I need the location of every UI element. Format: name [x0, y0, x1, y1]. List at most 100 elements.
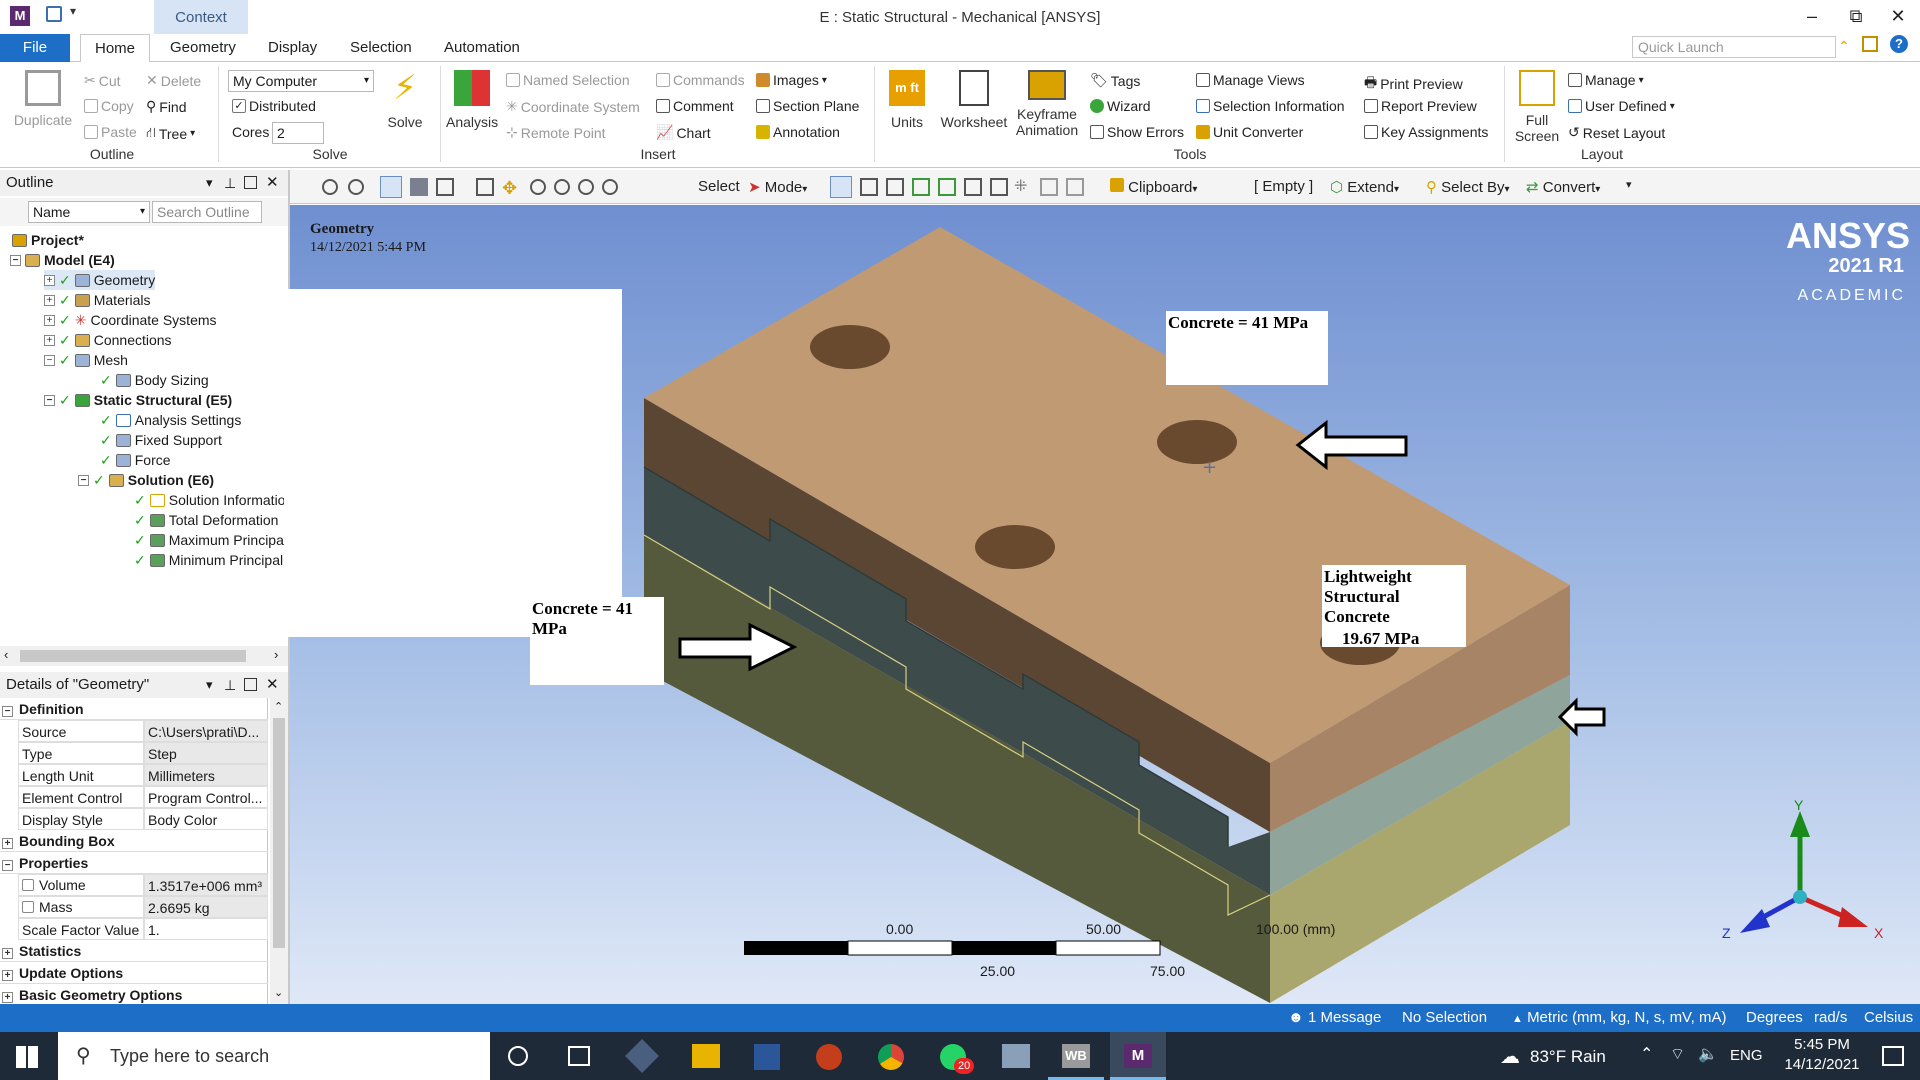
temperature-unit-status[interactable]: Celsius — [1864, 1009, 1913, 1026]
show-errors-button[interactable]: Show Errors — [1090, 124, 1184, 140]
unit-converter-button[interactable]: Unit Converter — [1196, 124, 1303, 140]
worksheet-button[interactable]: Worksheet — [936, 70, 1012, 130]
tags-button[interactable]: 🏷 Tags — [1090, 72, 1140, 89]
select-vertex-icon[interactable] — [860, 178, 878, 196]
restore-button[interactable]: ⧉ — [1836, 6, 1876, 30]
scrollbar-thumb[interactable] — [20, 650, 246, 662]
reset-layout-button[interactable]: ↺ Reset Layout — [1568, 124, 1665, 141]
select-element-icon[interactable] — [990, 178, 1008, 196]
graphics-viewport[interactable]: Geometry 14/12/2021 5:44 PM ANSYS 2021 R… — [284, 205, 1920, 1005]
select-edge-icon[interactable] — [886, 178, 904, 196]
distributed-checkbox[interactable]: ✓ Distributed — [232, 98, 316, 114]
print-preview-button[interactable]: 🖶 Print Preview — [1364, 72, 1463, 96]
user-defined-button[interactable]: User Defined ▾ — [1568, 98, 1675, 114]
quick-launch-input[interactable]: Quick Launch — [1632, 36, 1836, 58]
section-statistics[interactable]: + Statistics — [0, 940, 268, 962]
images-button[interactable]: Images ▾ — [756, 72, 827, 88]
wireframe-icon[interactable] — [436, 178, 454, 196]
collapse-icon[interactable]: − — [44, 394, 55, 406]
annotation-concrete-left[interactable]: Concrete = 41 MPa — [530, 597, 664, 685]
comment-button[interactable]: Comment — [656, 98, 734, 114]
collapse-icon[interactable]: − — [44, 354, 55, 366]
tree-geometry[interactable]: + ✓ Geometry — [44, 270, 156, 290]
extend-dropdown[interactable]: ⬡ Extend▾ — [1330, 178, 1399, 196]
help-icon[interactable]: ? — [1890, 35, 1908, 53]
detail-value-element-control[interactable]: Program Control... — [144, 786, 268, 808]
wifi-icon[interactable]: ⌔ — [1670, 1044, 1685, 1064]
snap-icon[interactable]: ⁜ — [1014, 176, 1027, 196]
panel-menu-icon[interactable]: ▾ — [206, 170, 213, 196]
cut-button[interactable]: ✂ Cut — [84, 72, 121, 89]
close-button[interactable]: ✕ — [1878, 6, 1918, 30]
feedback-icon[interactable] — [1862, 36, 1878, 52]
expand-icon[interactable]: + — [2, 970, 13, 981]
solve-location-select[interactable]: My Computer ▾ — [228, 70, 374, 92]
clipboard-dropdown[interactable]: Clipboard▾ — [1110, 178, 1197, 196]
tree-static-structural[interactable]: − ✓ Static Structural (E5) — [44, 390, 232, 410]
language-indicator[interactable]: ENG — [1730, 1047, 1763, 1064]
copy-button[interactable]: Copy — [84, 98, 134, 114]
key-assignments-button[interactable]: Key Assignments — [1364, 124, 1488, 140]
scroll-left-icon[interactable]: ‹ — [4, 647, 8, 662]
zoom-to-fit-icon[interactable] — [578, 179, 594, 195]
select-face-icon[interactable] — [912, 178, 930, 196]
volume-icon[interactable]: 🔈 — [1698, 1044, 1718, 1064]
outline-horizontal-scrollbar[interactable]: ‹ › — [0, 646, 288, 666]
tray-overflow-icon[interactable]: ⌃ — [1640, 1044, 1653, 1064]
tree-model[interactable]: − Model (E4) — [10, 250, 115, 270]
tab-home[interactable]: Home — [80, 34, 150, 63]
zoom-out-icon[interactable] — [348, 179, 364, 195]
photos-icon[interactable] — [1002, 1044, 1030, 1068]
tree-force[interactable]: ✓ Force — [100, 450, 171, 470]
tree-connections[interactable]: + ✓ Connections — [44, 330, 172, 350]
manage-button[interactable]: Manage ▾ — [1568, 72, 1644, 88]
tree-mesh[interactable]: − ✓ Mesh — [44, 350, 128, 370]
task-view-icon[interactable] — [568, 1046, 590, 1066]
windows-start-icon[interactable] — [16, 1046, 38, 1068]
tab-selection[interactable]: Selection — [338, 34, 424, 62]
toolbar-overflow-icon[interactable]: ▾ — [1626, 178, 1632, 191]
collapse-icon[interactable]: − — [2, 706, 13, 717]
expand-icon[interactable]: + — [2, 838, 13, 849]
powerpoint-icon[interactable] — [816, 1044, 842, 1070]
tree-coordinate-systems[interactable]: + ✓ ✳ Coordinate Systems — [44, 310, 217, 330]
annotation-concrete-top[interactable]: Concrete = 41 MPa — [1166, 311, 1328, 385]
angle-unit-status[interactable]: Degrees — [1746, 1009, 1803, 1026]
section-plane-button[interactable]: Section Plane — [756, 98, 859, 114]
solve-button[interactable]: ⚡ Solve — [380, 70, 430, 130]
taskbar-search-input[interactable]: ⚲ Type here to search — [58, 1032, 490, 1080]
expand-icon[interactable]: + — [44, 314, 55, 326]
select-point-icon[interactable] — [830, 176, 852, 198]
detail-value-display-style[interactable]: Body Color — [144, 808, 268, 830]
select-body-icon[interactable] — [938, 178, 956, 196]
chart-button[interactable]: 📈 Chart — [656, 124, 711, 141]
tree-total-deformation[interactable]: ✓ Total Deformation — [134, 510, 278, 530]
section-properties[interactable]: − Properties — [0, 852, 268, 874]
maximize-panel-icon[interactable] — [244, 176, 257, 189]
word-icon[interactable] — [754, 1044, 780, 1070]
angular-velocity-status[interactable]: rad/s — [1814, 1009, 1847, 1026]
clock-date[interactable]: 14/12/2021 — [1776, 1056, 1868, 1073]
analysis-button[interactable]: Analysis — [446, 70, 498, 130]
magnifier-icon[interactable] — [602, 179, 618, 195]
detail-value-scale-factor[interactable]: 1. — [144, 918, 268, 940]
minimize-button[interactable]: – — [1792, 6, 1832, 30]
expand-icon[interactable]: + — [44, 334, 55, 346]
tree-solution[interactable]: − ✓ Solution (E6) — [78, 470, 214, 490]
wizard-button[interactable]: Wizard — [1090, 98, 1151, 114]
keyframe-animation-button[interactable]: Keyframe Animation — [1010, 70, 1084, 138]
tab-geometry[interactable]: Geometry — [158, 34, 248, 62]
panel-menu-icon[interactable]: ▾ — [206, 672, 213, 698]
report-preview-button[interactable]: Report Preview — [1364, 98, 1477, 114]
close-panel-icon[interactable]: ✕ — [266, 170, 279, 196]
file-explorer-icon[interactable] — [692, 1044, 720, 1068]
pin-icon[interactable]: ⊥ — [224, 672, 236, 698]
manage-views-button[interactable]: Manage Views — [1196, 72, 1305, 88]
section-definition[interactable]: − Definition — [0, 698, 268, 720]
zoom-in-icon[interactable] — [322, 179, 338, 195]
maximize-panel-icon[interactable] — [244, 678, 257, 691]
tree-minimum-principal[interactable]: ✓ Minimum Principal St — [134, 550, 300, 570]
tree-project[interactable]: Project* — [12, 230, 84, 250]
mechanical-taskbar-button[interactable]: M — [1110, 1032, 1166, 1080]
annotation-button[interactable]: Annotation — [756, 124, 840, 140]
